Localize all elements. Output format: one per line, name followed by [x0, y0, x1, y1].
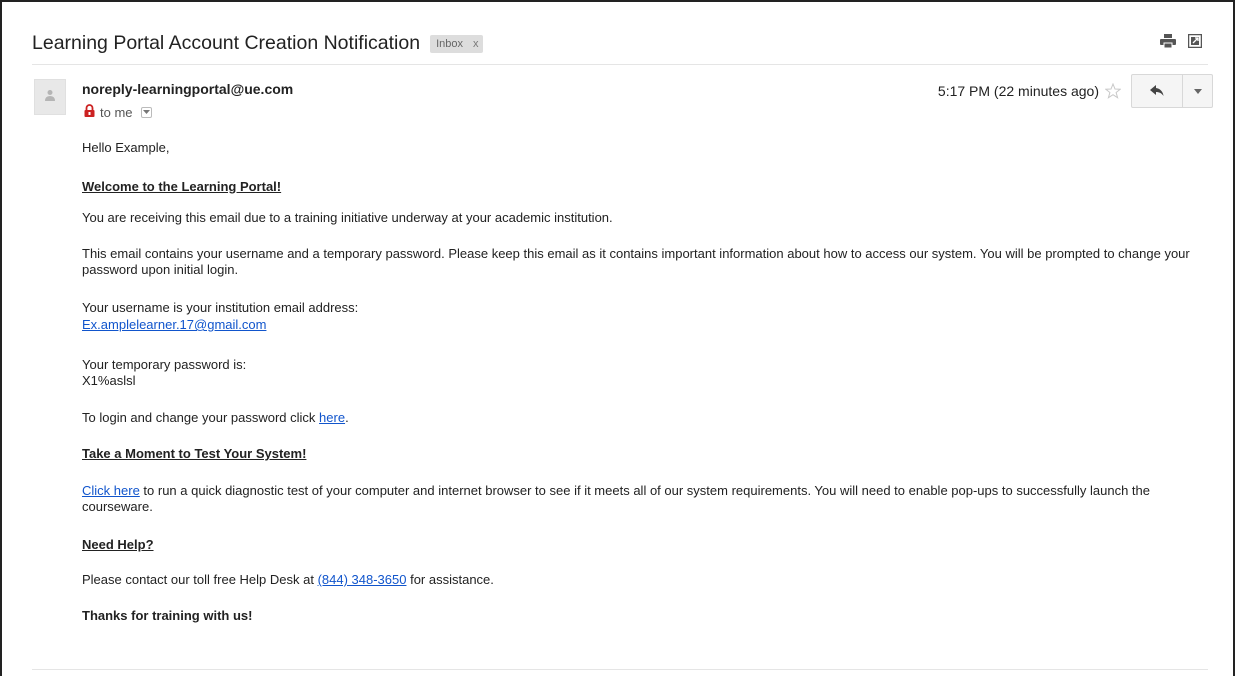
login-text: To login and change your password click … — [82, 410, 349, 426]
show-details-button[interactable] — [140, 106, 152, 118]
reply-button-group — [1131, 74, 1213, 108]
info-text: This email contains your username and a … — [82, 246, 1190, 277]
chevron-down-icon — [142, 109, 150, 114]
star-icon[interactable] — [1105, 83, 1121, 99]
sender-avatar[interactable] — [34, 79, 66, 115]
message-meta: 5:17 PM (22 minutes ago) — [938, 74, 1213, 108]
reply-icon — [1150, 85, 1164, 96]
lock-icon[interactable] — [84, 104, 95, 120]
login-link[interactable]: here — [319, 410, 345, 425]
diagnostic-test-link[interactable]: Click here — [82, 483, 140, 498]
test-text: Click here to run a quick diagnostic tes… — [82, 483, 1192, 515]
thanks-text: Thanks for training with us! — [82, 608, 253, 623]
reply-button[interactable] — [1131, 74, 1183, 108]
sender-address[interactable]: noreply-learningportal@ue.com — [82, 81, 293, 97]
message-time: 5:17 PM (22 minutes ago) — [937, 83, 1099, 99]
email-subject: Learning Portal Account Creation Notific… — [32, 31, 421, 54]
print-icon[interactable] — [1160, 34, 1176, 53]
subject-divider — [32, 64, 1208, 65]
test-heading: Take a Moment to Test Your System! — [82, 446, 307, 461]
more-actions-button[interactable] — [1183, 74, 1213, 108]
new-window-icon[interactable] — [1187, 33, 1203, 53]
chevron-down-icon — [1193, 88, 1202, 94]
top-actions — [1160, 33, 1203, 53]
temporary-password: X1%aslsl — [82, 373, 136, 388]
inbox-label-text: Inbox — [436, 38, 463, 50]
username-link[interactable]: Ex.amplelearner.17@gmail.com — [82, 317, 266, 332]
username-link-row: Ex.amplelearner.17@gmail.com — [82, 317, 266, 333]
help-phone-link[interactable]: (844) 348-3650 — [318, 572, 407, 587]
remove-label-button[interactable]: x — [473, 38, 479, 50]
test-description: to run a quick diagnostic test of your c… — [82, 483, 1151, 514]
login-prefix: To login and change your password click — [82, 410, 320, 425]
subject-row: Learning Portal Account Creation Notific… — [32, 28, 1212, 58]
help-text: Please contact our toll free Help Desk a… — [82, 572, 494, 588]
person-icon — [44, 88, 56, 106]
password-label: Your temporary password is: — [82, 357, 247, 372]
recipient-text: to me — [100, 104, 133, 120]
help-heading: Need Help? — [82, 537, 154, 552]
inbox-label[interactable]: Inbox x — [430, 35, 484, 53]
welcome-heading: Welcome to the Learning Portal! — [82, 179, 282, 194]
recipient-row: to me — [84, 104, 152, 120]
username-label: Your username is your institution email … — [82, 300, 359, 315]
help-prefix: Please contact our toll free Help Desk a… — [82, 572, 318, 587]
greeting: Hello Example, — [82, 140, 170, 155]
help-suffix: for assistance. — [406, 572, 494, 587]
bottom-divider — [32, 669, 1208, 670]
intro-text: You are receiving this email due to a tr… — [82, 210, 613, 225]
login-suffix: . — [345, 410, 349, 425]
